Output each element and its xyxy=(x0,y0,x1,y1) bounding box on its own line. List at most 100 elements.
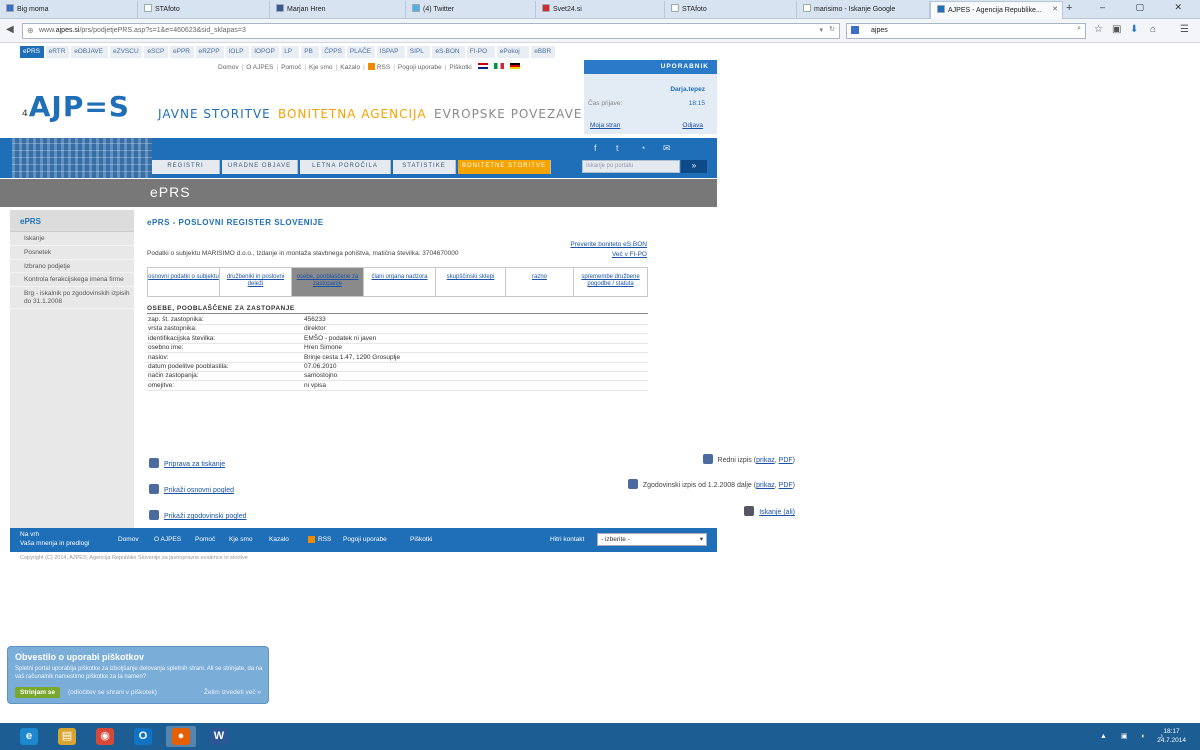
utility-link[interactable]: Domov xyxy=(218,64,239,71)
site-search-input[interactable]: Iskanje po portalu xyxy=(582,160,680,173)
logout-link[interactable]: Odjava xyxy=(682,122,703,129)
topnav-item[interactable]: ISPAP xyxy=(376,46,405,58)
browser-tab[interactable]: (4) Twitter xyxy=(406,1,536,19)
cookie-accept-button[interactable]: Strinjam se xyxy=(15,687,61,698)
new-tab-button[interactable]: + xyxy=(1066,2,1072,14)
regular-extract-pdf-link[interactable]: PDF xyxy=(779,457,793,464)
mail-icon[interactable]: ✉ xyxy=(663,143,671,154)
browser-search-input[interactable]: ajpes ⌕ xyxy=(846,23,1086,39)
ajpes-logo[interactable]: 4AJP=S xyxy=(22,90,130,123)
search-icon[interactable]: ⌕ xyxy=(1077,25,1081,33)
basic-view-link[interactable]: Prikaži osnovni pogled xyxy=(164,487,234,494)
window-controls[interactable]: – ▢ ✕ xyxy=(1100,2,1196,13)
star-icon[interactable]: ☆ xyxy=(1094,24,1103,35)
browser-tab[interactable]: Big moma xyxy=(0,1,138,19)
topnav-item[interactable]: eS-BON xyxy=(432,46,465,58)
footer-link[interactable]: Kazalo xyxy=(269,536,289,543)
print-action[interactable]: Priprava za tiskanje xyxy=(149,458,225,468)
browser-tab[interactable]: Svet24.si xyxy=(536,1,665,19)
topnav-item[interactable]: LP xyxy=(281,46,300,58)
banner-tab[interactable]: URADNE OBJAVE xyxy=(222,160,298,174)
topnav-item[interactable]: PB xyxy=(301,46,320,58)
twitter-icon[interactable]: t xyxy=(616,143,619,153)
quick-contact-select[interactable]: - izberite - ▾ xyxy=(597,533,707,546)
footer-link[interactable]: Piškotki xyxy=(410,536,432,543)
section-bonitetna-agencija[interactable]: BONITETNA AGENCIJA xyxy=(278,107,427,121)
utility-link[interactable]: Kazalo xyxy=(340,64,360,71)
taskbar-app[interactable]: ● xyxy=(166,726,196,747)
banner-tab[interactable]: BONITETNE STORITVE xyxy=(458,160,551,174)
footer-link[interactable]: Domov xyxy=(118,536,139,543)
history-extract-view-link[interactable]: prikaz xyxy=(756,482,775,489)
subtab[interactable]: osnovni podatki o subjektu xyxy=(148,268,220,296)
taskbar-app[interactable]: ▤ xyxy=(52,726,82,747)
flag-it-icon[interactable] xyxy=(493,63,504,69)
more-in-fipo-link[interactable]: Več v FI-PO xyxy=(570,250,647,260)
taskbar-app[interactable]: O xyxy=(128,726,158,747)
flag-de-icon[interactable] xyxy=(509,63,520,69)
subtab[interactable]: družbeniki in poslovni deleži xyxy=(220,268,292,296)
subtab[interactable]: člani organa nadzora xyxy=(364,268,436,296)
sidebar-item[interactable]: Iskanje xyxy=(10,232,134,246)
topnav-item[interactable]: ČPPS xyxy=(321,46,345,58)
subtab[interactable]: razno xyxy=(506,268,574,296)
menu-icon[interactable]: ☰ xyxy=(1180,24,1189,35)
clock[interactable]: 18:17 24.7.2014 xyxy=(1157,727,1186,745)
topnav-item[interactable]: SIPL xyxy=(406,46,431,58)
utility-link[interactable]: O AJPES xyxy=(246,64,273,71)
subtab[interactable]: osebe, pooblaščene za zastopanje xyxy=(292,268,364,296)
topnav-item[interactable]: eSCP xyxy=(144,46,168,58)
topnav-item[interactable]: IOPOP xyxy=(251,46,280,58)
utility-link[interactable]: Kje smo xyxy=(309,64,332,71)
history-view-link[interactable]: Prikaži zgodovinski pogled xyxy=(164,513,247,520)
browser-tab[interactable]: AJPES - Agencija Republike... ✕ xyxy=(930,1,1063,19)
cookie-more-link[interactable]: Želim izvedeti več » xyxy=(204,689,261,696)
banner-tab[interactable]: REGISTRI xyxy=(152,160,220,174)
utility-link[interactable]: RSS xyxy=(377,64,390,71)
section-javne-storitve[interactable]: JAVNE STORITVE xyxy=(158,107,271,121)
facebook-icon[interactable]: f xyxy=(594,143,597,153)
utility-link[interactable]: Pogoji uporabe xyxy=(398,64,442,71)
topnav-item[interactable]: FI-PO xyxy=(466,46,495,58)
footer-link[interactable]: Pomoč xyxy=(195,536,215,543)
topnav-item[interactable]: PLAČE xyxy=(346,46,375,58)
opinion-link[interactable]: Vaša mnenja in predlogi xyxy=(20,540,89,547)
topnav-item[interactable]: eZVSCU xyxy=(110,46,143,58)
print-link[interactable]: Priprava za tiskanje xyxy=(164,461,225,468)
topnav-item[interactable]: ePokoj xyxy=(496,46,530,58)
footer-link[interactable]: RSS xyxy=(318,536,331,543)
sidebar-title[interactable]: ePRS xyxy=(10,210,134,232)
subtab[interactable]: spremembe družbene pogodbe / statuta xyxy=(574,268,648,296)
site-search-button[interactable]: » xyxy=(681,160,707,173)
dropdown-arrow-icon[interactable]: ▾ xyxy=(819,26,823,34)
topnav-item[interactable]: eOBJAVE xyxy=(71,46,108,58)
utility-link[interactable]: Piškotki xyxy=(449,64,471,71)
url-bar[interactable]: ⊕ www.ajpes.si/prs/podjetjePRS.asp?s=1&e… xyxy=(22,23,840,39)
taskbar-app[interactable]: W xyxy=(204,726,234,747)
regular-extract-view-link[interactable]: prikaz xyxy=(756,457,775,464)
sidebar-item[interactable]: Posnetek xyxy=(10,246,134,260)
reload-icon[interactable]: ↻ xyxy=(829,25,835,33)
topnav-item[interactable]: eBBR xyxy=(531,46,555,58)
browser-tab[interactable]: STAfoto xyxy=(138,1,270,19)
taskbar-app[interactable]: ◉ xyxy=(90,726,120,747)
utility-link[interactable]: Pomoč xyxy=(281,64,301,71)
back-to-top-link[interactable]: Na vrh xyxy=(20,531,39,538)
topnav-item[interactable]: eRTR xyxy=(45,46,70,58)
flag-uk-icon[interactable] xyxy=(477,63,488,69)
topnav-item[interactable]: ePPR xyxy=(170,46,194,58)
browser-tab[interactable]: Marjan Hren xyxy=(270,1,406,19)
footer-link[interactable]: Pogoji uporabe xyxy=(343,536,387,543)
sidebar-item[interactable]: Kontrola ferakcijskega imena firme xyxy=(10,273,134,288)
clipboard-icon[interactable]: ▣ xyxy=(1112,24,1121,35)
topnav-item[interactable]: eRZPP xyxy=(195,46,224,58)
home-icon[interactable]: ⌂ xyxy=(1150,24,1156,35)
sidebar-item[interactable]: Brg - iskalnik po zgodovinskih izpisih d… xyxy=(10,287,134,309)
history-extract-pdf-link[interactable]: PDF xyxy=(779,482,793,489)
topnav-item[interactable]: IOLP xyxy=(225,46,250,58)
sidebar-item[interactable]: Izbrano podjetje xyxy=(10,260,134,274)
basic-view-action[interactable]: Prikaži osnovni pogled xyxy=(149,484,234,494)
search-link[interactable]: Iskanje (ali) xyxy=(759,509,795,516)
banner-tab[interactable]: STATISTIKE xyxy=(393,160,456,174)
banner-tab[interactable]: LETNA POROČILA xyxy=(300,160,391,174)
